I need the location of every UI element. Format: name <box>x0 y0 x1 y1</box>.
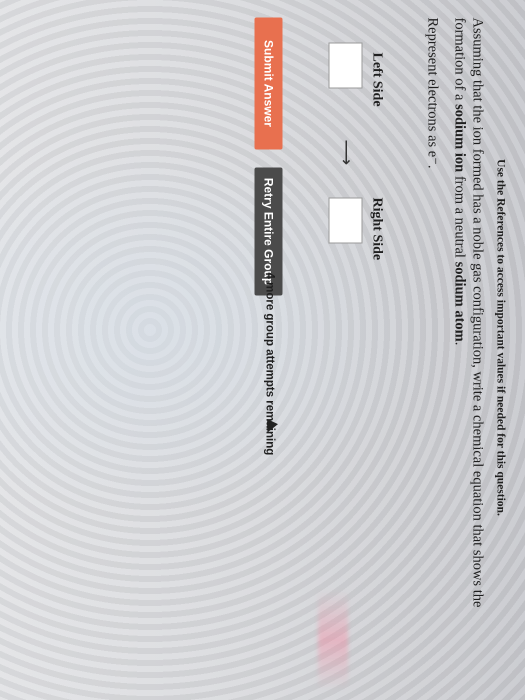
reaction-arrow-icon: ⟶ <box>336 139 357 166</box>
right-side-label: Right Side <box>369 197 385 261</box>
sodium-atom-term: sodium atom <box>451 261 468 342</box>
sodium-ion-term: sodium ion <box>451 104 468 173</box>
left-side-label: Left Side <box>369 52 385 107</box>
question-text: Assuming that the ion formed has a noble… <box>451 18 487 638</box>
left-side-input[interactable] <box>328 42 363 89</box>
submit-answer-button[interactable]: Submit Answer <box>254 17 283 150</box>
question-screen: Use the References to access important v… <box>0 0 513 688</box>
electrons-instruction: Represent electrons as e⁻. <box>424 17 441 169</box>
screen-glare <box>318 590 348 690</box>
question-text-part: from a neutral <box>451 172 468 262</box>
references-note: Use the References to access important v… <box>494 159 507 516</box>
question-text-part: . <box>451 341 468 346</box>
right-side-input[interactable] <box>328 197 363 244</box>
